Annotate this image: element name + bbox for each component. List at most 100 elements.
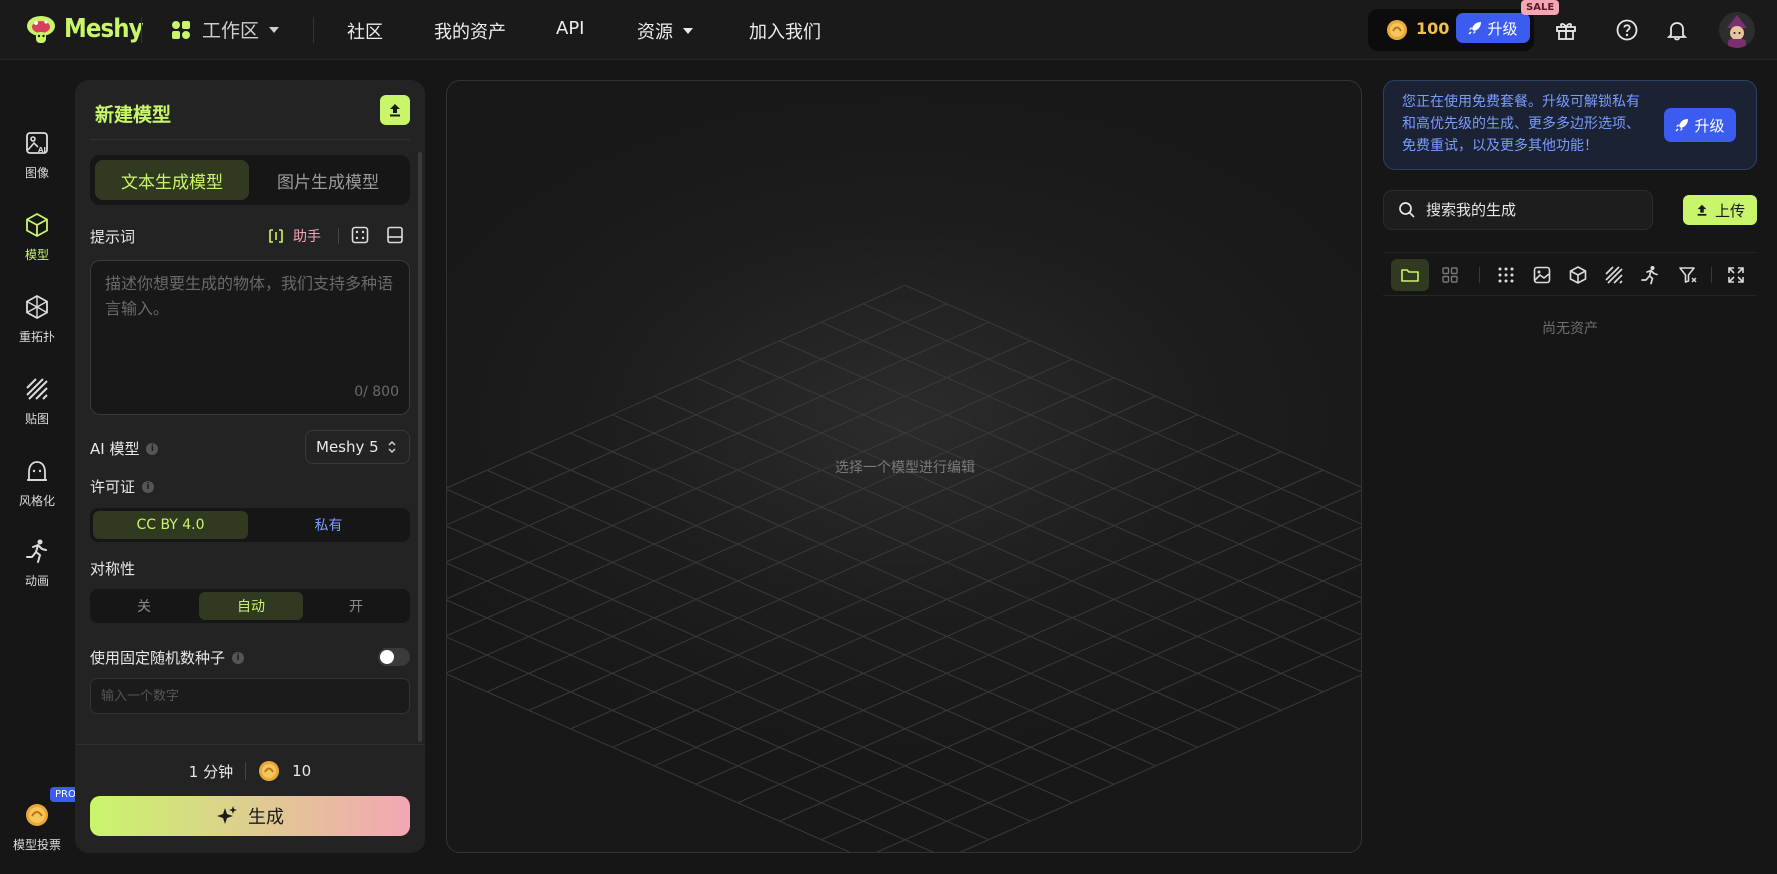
ai-model-label: AI 模型 i — [90, 438, 159, 459]
grid-line — [447, 525, 1073, 804]
logo-text: Meshy — [64, 14, 144, 44]
panel-scrollbar[interactable] — [418, 152, 422, 742]
upgrade-label: 升级 — [1487, 19, 1518, 38]
upload-model-button[interactable] — [380, 95, 410, 125]
upload-icon — [390, 104, 400, 117]
rail-item-model-vote[interactable]: 模型投票 — [0, 802, 74, 853]
mushroom-logo-icon — [27, 16, 55, 43]
search-box — [1383, 190, 1653, 230]
filter-animation-button[interactable] — [1631, 259, 1669, 291]
cube-icon — [1569, 266, 1587, 284]
gift-icon[interactable] — [1554, 18, 1578, 42]
prompt-input[interactable] — [105, 271, 395, 371]
search-icon — [1399, 202, 1415, 218]
chevron-down-icon — [683, 28, 693, 34]
tab-text-to-model[interactable]: 文本生成模型 — [95, 160, 249, 200]
symmetry-off[interactable]: 关 — [93, 592, 195, 620]
rail-item-image[interactable]: AI 图像 — [0, 130, 74, 181]
filter-all-button[interactable] — [1487, 259, 1525, 291]
nav-community[interactable]: 社区 — [347, 18, 383, 44]
svg-text:AI: AI — [38, 146, 46, 154]
topology-icon — [26, 294, 48, 320]
tab-image-to-model[interactable]: 图片生成模型 — [251, 160, 405, 200]
generate-button[interactable]: 生成 — [90, 796, 410, 836]
rail-item-animation[interactable]: 动画 — [0, 538, 74, 589]
grid-line — [447, 562, 1031, 822]
license-cc-by[interactable]: CC BY 4.0 — [93, 511, 248, 539]
ai-model-label-text: AI 模型 — [90, 440, 140, 458]
template-icon[interactable] — [385, 225, 405, 245]
symmetry-on[interactable]: 开 — [305, 592, 407, 620]
user-avatar[interactable] — [1719, 12, 1755, 48]
promo-upgrade-label: 升级 — [1694, 116, 1725, 135]
grid-line — [779, 563, 1361, 822]
info-icon[interactable]: i — [232, 651, 245, 664]
folder-view-button[interactable] — [1391, 259, 1429, 291]
upload-button[interactable]: 上传 — [1683, 195, 1757, 225]
empty-assets-text: 尚无资产 — [1542, 321, 1598, 337]
folder-icon — [1401, 269, 1419, 282]
grid-line — [737, 358, 1361, 636]
workspace-menu[interactable]: 工作区 — [170, 16, 280, 43]
bell-icon[interactable] — [1665, 18, 1689, 42]
nav-join-us[interactable]: 加入我们 — [749, 18, 821, 44]
meshy-logo[interactable]: Meshy — [24, 12, 153, 46]
rail-label: 重拓扑 — [18, 330, 55, 344]
texture-icon — [26, 378, 48, 400]
promo-upgrade-button[interactable]: 升级 — [1664, 108, 1736, 142]
nav-my-assets[interactable]: 我的资产 — [434, 18, 506, 44]
expand-button[interactable] — [1717, 259, 1755, 291]
assistant-button[interactable]: 助手 — [267, 226, 321, 246]
info-icon[interactable]: i — [146, 442, 159, 455]
info-icon[interactable]: i — [142, 480, 155, 493]
texture-icon — [1605, 266, 1623, 284]
filter-texture-button[interactable] — [1595, 259, 1633, 291]
grid-line — [447, 340, 1031, 600]
upgrade-button[interactable]: 升级 — [1456, 13, 1530, 43]
seed-label: 使用固定随机数种子 i — [90, 647, 245, 668]
grid-line — [447, 358, 1073, 637]
filter-model-button[interactable] — [1559, 259, 1597, 291]
time-estimate: 1 分钟 — [188, 762, 234, 781]
rail-label: 模型投票 — [12, 838, 61, 852]
rail-item-stylize[interactable]: 风格化 — [0, 458, 74, 509]
workspace-icon — [172, 20, 190, 39]
nav-api[interactable]: API — [556, 18, 584, 39]
filter-icon — [1679, 267, 1697, 283]
grid-line — [862, 303, 1361, 525]
filter-divider — [1711, 267, 1712, 283]
help-icon[interactable] — [1615, 18, 1639, 42]
generation-estimate: 1 分钟 10 — [75, 760, 425, 782]
cube-icon — [26, 212, 48, 238]
generation-mode-tabs: 文本生成模型 图片生成模型 — [90, 155, 410, 205]
3d-viewport[interactable]: 选择一个模型进行编辑 — [446, 80, 1362, 853]
license-private[interactable]: 私有 — [251, 511, 406, 539]
workspace-label: 工作区 — [202, 20, 260, 42]
nav-resources[interactable]: 资源 — [637, 18, 693, 44]
seed-toggle[interactable] — [378, 648, 410, 666]
credit-cost: 10 — [292, 762, 312, 780]
prompt-box: 0/ 800 — [90, 260, 410, 415]
rail-item-model[interactable]: 模型 — [0, 212, 74, 263]
grid-line — [447, 284, 906, 489]
rail-item-texture[interactable]: 贴图 — [0, 376, 74, 427]
search-input[interactable] — [1426, 201, 1626, 219]
prompt-label: 提示词 — [90, 228, 136, 246]
rail-label: 模型 — [24, 248, 49, 262]
chevron-down-icon — [269, 26, 280, 33]
ai-image-icon: AI — [26, 132, 48, 154]
grid-view-button[interactable] — [1431, 259, 1469, 291]
symmetry-auto[interactable]: 自动 — [199, 592, 303, 620]
running-icon — [26, 539, 47, 563]
filter-advanced-button[interactable] — [1669, 259, 1707, 291]
rail-label: 贴图 — [24, 412, 49, 426]
rail-item-retopology[interactable]: 重拓扑 — [0, 294, 74, 345]
toggle-knob — [380, 650, 394, 664]
filter-image-button[interactable] — [1523, 259, 1561, 291]
dice-icon[interactable] — [350, 225, 370, 245]
grid-line — [904, 284, 1361, 488]
seed-input[interactable] — [90, 678, 410, 714]
stylize-icon — [27, 461, 47, 481]
ai-model-select[interactable]: Meshy 5 — [305, 430, 410, 464]
upload-icon — [1697, 204, 1707, 216]
